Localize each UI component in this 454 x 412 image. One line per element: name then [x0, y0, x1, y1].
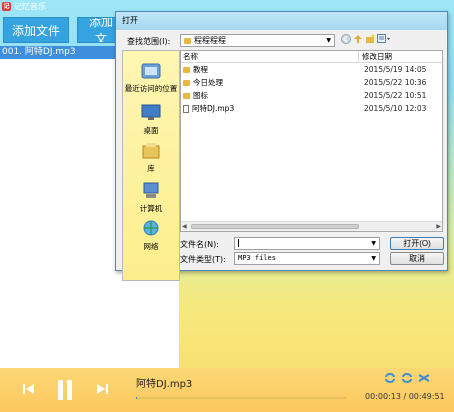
- pause-button[interactable]: [55, 379, 75, 401]
- computer-icon: [143, 182, 159, 198]
- file-name: 图标: [193, 91, 208, 100]
- app-title: 记忆音乐: [14, 2, 46, 11]
- file-name-label: 文件名(N):: [180, 240, 219, 249]
- file-date: 2015/5/22 10:36: [364, 78, 427, 87]
- mp3-file-icon: [183, 104, 189, 113]
- next-track-button[interactable]: [95, 382, 109, 396]
- next-icon: [97, 384, 108, 394]
- file-type-dropdown[interactable]: MP3 files ▼: [234, 252, 380, 265]
- file-date: 2015/5/10 12:03: [364, 104, 427, 113]
- place-label: 计算机: [139, 204, 163, 213]
- place-label: 网络: [143, 242, 159, 251]
- up-folder-icon[interactable]: [353, 34, 363, 44]
- now-playing-title: 阿特DJ.mp3: [136, 379, 193, 390]
- horizontal-scrollbar[interactable]: ◀ ▶: [181, 221, 442, 231]
- file-type-label: 文件类型(T):: [180, 255, 226, 264]
- folder-icon: [183, 92, 190, 99]
- place-library[interactable]: 库: [123, 141, 179, 174]
- open-button[interactable]: 打开(O): [390, 237, 444, 250]
- place-label: 最近访问的位置: [124, 84, 178, 93]
- dialog-body: 查找范围(I): 程程程程 ▼ 最近访问的位置 桌面 库 计算机 网络 名称 修…: [116, 30, 447, 281]
- scroll-right-icon[interactable]: ▶: [436, 223, 441, 230]
- file-row[interactable]: 今日处理 2015/5/22 10:36: [181, 76, 442, 89]
- file-row[interactable]: 阿特DJ.mp3 2015/5/10 12:03: [181, 102, 442, 115]
- open-file-dialog: 打开 查找范围(I): 程程程程 ▼ 最近访问的位置 桌面 库 计算机 网络 名…: [115, 11, 448, 281]
- file-name: 今日处理: [193, 78, 223, 87]
- place-desktop[interactable]: 桌面: [123, 103, 179, 136]
- folder-icon: [183, 79, 190, 86]
- loop-icon[interactable]: [401, 373, 413, 383]
- file-name: 教程: [193, 65, 208, 74]
- chevron-down-icon: ▼: [371, 255, 376, 262]
- progress-bar[interactable]: [136, 397, 346, 399]
- places-bar: 最近访问的位置 桌面 库 计算机 网络: [122, 50, 180, 281]
- file-row[interactable]: 图标 2015/5/22 10:51: [181, 89, 442, 102]
- place-label: 库: [147, 164, 155, 173]
- column-header-name[interactable]: 名称: [181, 51, 359, 62]
- repeat-icon[interactable]: [384, 373, 396, 383]
- place-network[interactable]: 网络: [123, 219, 179, 252]
- pause-icon: [58, 380, 72, 400]
- previous-icon: [23, 384, 34, 394]
- file-row[interactable]: 教程 2015/5/19 14:05: [181, 63, 442, 76]
- place-computer[interactable]: 计算机: [123, 181, 179, 214]
- dialog-title: 打开: [116, 12, 447, 30]
- look-in-dropdown[interactable]: 程程程程 ▼: [180, 34, 335, 47]
- app-logo-icon: 记: [2, 2, 11, 11]
- time-readout: 00:00:13 / 00:49:51: [365, 392, 445, 401]
- desktop-icon: [141, 104, 161, 120]
- progress-fill: [136, 397, 137, 399]
- shuffle-icon[interactable]: [418, 373, 430, 383]
- play-mode-controls: [384, 373, 430, 383]
- folder-icon: [183, 66, 190, 73]
- look-in-label: 查找范围(I):: [127, 37, 171, 46]
- place-recent[interactable]: 最近访问的位置: [123, 61, 179, 94]
- chevron-down-icon: ▼: [326, 37, 331, 44]
- add-folder-button[interactable]: 添加文: [77, 17, 119, 43]
- look-in-value: 程程程程: [194, 36, 226, 45]
- dialog-nav-toolbar: [341, 34, 391, 44]
- back-icon[interactable]: [341, 34, 351, 44]
- file-list-header: 名称 修改日期: [181, 51, 442, 63]
- folder-icon: [184, 37, 191, 44]
- file-date: 2015/5/19 14:05: [364, 65, 427, 74]
- file-name-input[interactable]: ▼: [234, 237, 380, 250]
- view-menu-icon[interactable]: [377, 34, 391, 44]
- file-type-value: MP3 files: [238, 254, 276, 262]
- file-date: 2015/5/22 10:51: [364, 91, 427, 100]
- chevron-down-icon[interactable]: ▼: [371, 238, 376, 249]
- recent-places-icon: [141, 63, 161, 79]
- add-file-button[interactable]: 添加文件: [3, 17, 69, 43]
- text-caret: [238, 239, 239, 247]
- library-icon: [142, 143, 160, 159]
- new-folder-icon[interactable]: [365, 34, 375, 44]
- previous-track-button[interactable]: [22, 382, 36, 396]
- place-label: 桌面: [143, 126, 159, 135]
- file-name: 阿特DJ.mp3: [192, 104, 235, 113]
- scrollbar-thumb[interactable]: [191, 224, 359, 229]
- cancel-button[interactable]: 取消: [390, 252, 444, 265]
- file-list: 名称 修改日期 教程 2015/5/19 14:05 今日处理 2015/5/2…: [180, 50, 443, 232]
- column-header-date[interactable]: 修改日期: [359, 51, 392, 62]
- network-icon: [143, 220, 159, 236]
- scroll-left-icon[interactable]: ◀: [182, 223, 187, 230]
